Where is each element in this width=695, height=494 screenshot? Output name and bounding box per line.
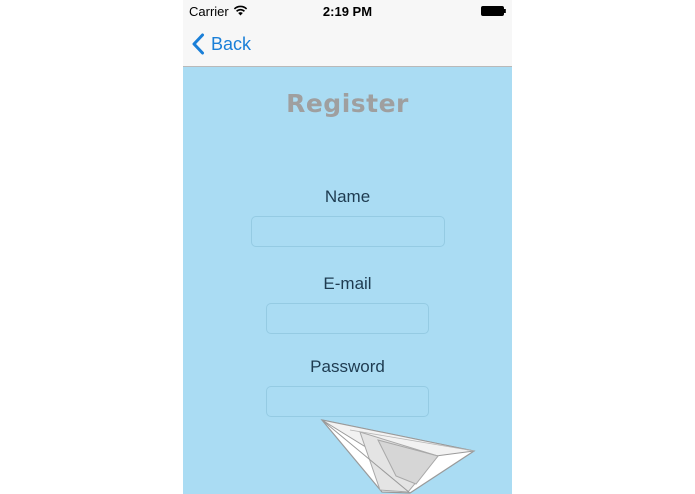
battery-icon: [481, 6, 506, 16]
chevron-left-icon: [192, 33, 204, 55]
phone-screen: Carrier 2:19 PM Back Register Name E-mai…: [183, 0, 512, 494]
navigation-bar: Back: [183, 22, 512, 67]
paper-plane-icon[interactable]: [320, 418, 476, 494]
page-title: Register: [286, 89, 409, 118]
status-time: 2:19 PM: [322, 4, 373, 19]
email-input[interactable]: [266, 303, 429, 334]
email-label: E-mail: [323, 274, 372, 293]
register-form: Register Name E-mail Password: [183, 67, 512, 494]
name-label: Name: [324, 187, 371, 206]
password-input[interactable]: [266, 386, 429, 417]
status-bar: Carrier 2:19 PM: [183, 0, 512, 22]
password-label: Password: [310, 357, 385, 376]
back-label: Back: [211, 33, 252, 54]
back-button[interactable]: Back: [191, 30, 251, 58]
name-input[interactable]: [251, 216, 445, 247]
